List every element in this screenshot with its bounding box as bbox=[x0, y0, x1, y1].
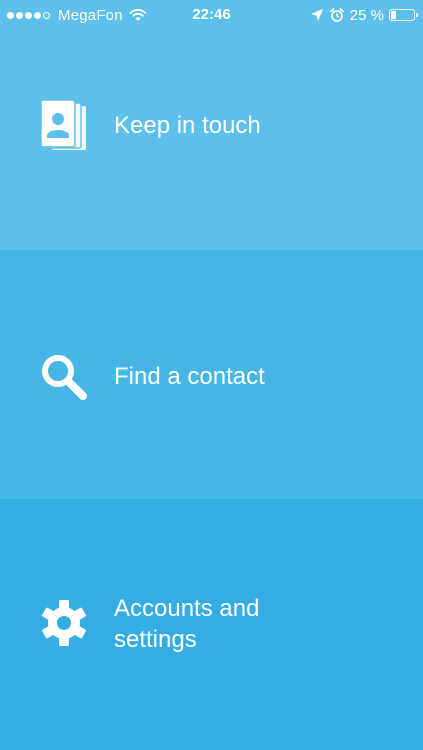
battery-icon bbox=[389, 9, 418, 21]
location-arrow-icon bbox=[310, 8, 324, 22]
gear-icon bbox=[39, 598, 89, 648]
app-screen: Keep in touch Find a contact Accounts an… bbox=[0, 0, 423, 750]
battery-tip bbox=[416, 13, 418, 17]
search-icon bbox=[39, 352, 89, 402]
battery-percent: 25 % bbox=[349, 6, 384, 24]
menu-item-find-contact[interactable]: Find a contact bbox=[0, 250, 423, 499]
status-bar: MegaFon 22:46 25 % bbox=[0, 0, 423, 30]
main-menu: Keep in touch Find a contact Accounts an… bbox=[0, 0, 423, 750]
menu-item-accounts-settings[interactable]: Accounts and settings bbox=[0, 499, 423, 750]
menu-item-label: Keep in touch bbox=[114, 112, 261, 139]
menu-item-keep-in-touch[interactable]: Keep in touch bbox=[0, 0, 423, 250]
alarm-clock-icon bbox=[329, 8, 344, 22]
menu-item-label: Find a contact bbox=[114, 363, 265, 390]
menu-item-label: Accounts and settings bbox=[114, 595, 260, 653]
battery-fill bbox=[391, 11, 396, 19]
status-right: 25 % bbox=[310, 5, 418, 25]
contact-cards-icon bbox=[39, 100, 89, 150]
